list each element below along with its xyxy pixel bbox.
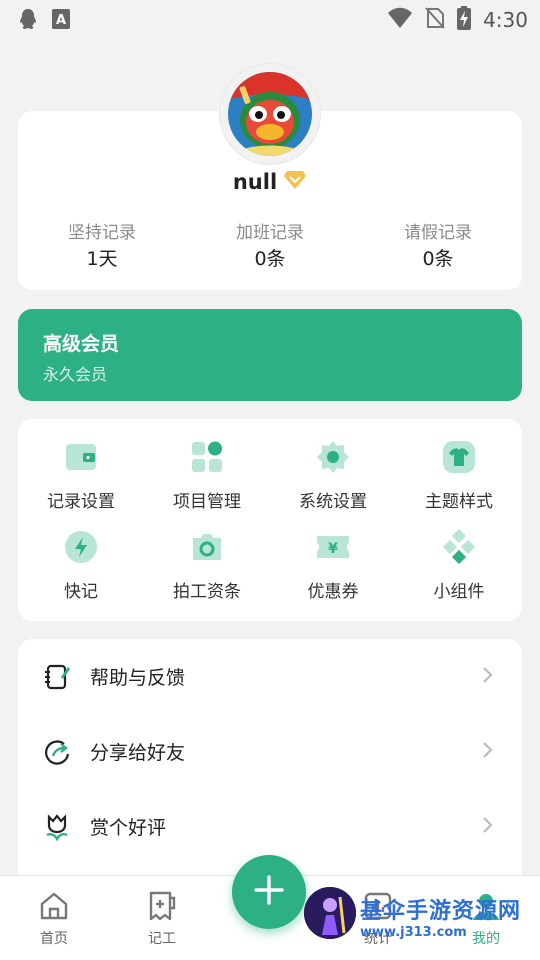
watermark: 基伞手游资源网 www.j313.com [302, 885, 540, 945]
feature-label: 优惠券 [307, 582, 359, 602]
tab-label: 首页 [40, 931, 68, 947]
feature-grid-card: 记录设置 项目管理 系统设置 主题样式 快记 拍工资条 ¥ 优惠券 小组件 [18, 419, 522, 621]
wifi-icon [387, 7, 413, 33]
menu-rate-app[interactable]: 赏个好评 [18, 789, 522, 864]
feature-record-settings[interactable]: 记录设置 [18, 439, 144, 529]
stats-row: 坚持记录 1天 加班记录 0条 请假记录 0条 [18, 218, 522, 271]
menu-help-feedback[interactable]: 帮助与反馈 [18, 639, 522, 714]
chevron-right-icon [482, 666, 494, 688]
menu-label: 分享给好友 [90, 742, 186, 764]
apps-grid-icon [189, 439, 225, 475]
tab-home[interactable]: 首页 [19, 888, 89, 948]
feature-label: 主题样式 [425, 492, 493, 512]
home-icon [36, 888, 72, 924]
feature-label: 项目管理 [173, 492, 241, 512]
stat-label: 请假记录 [404, 223, 472, 243]
plus-icon [254, 875, 284, 909]
vip-diamond-icon [283, 170, 307, 194]
feature-widget[interactable]: 小组件 [396, 529, 522, 619]
gear-icon [315, 439, 351, 475]
stat-value: 0条 [254, 248, 286, 270]
stat-label: 加班记录 [236, 223, 304, 243]
watermark-url: www.j313.com [360, 925, 467, 940]
stat-leave[interactable]: 请假记录 0条 [354, 218, 522, 271]
avatar-frame[interactable] [220, 64, 320, 164]
status-time: 4:30 [483, 8, 528, 32]
avatar[interactable] [228, 72, 312, 156]
stat-value: 0条 [422, 248, 454, 270]
username: null [232, 170, 278, 194]
stat-overtime[interactable]: 加班记录 0条 [186, 218, 354, 271]
stat-streak[interactable]: 坚持记录 1天 [18, 218, 186, 271]
share-refresh-icon [42, 737, 72, 767]
battery-charging-icon [457, 6, 472, 34]
lightning-icon [63, 529, 99, 565]
shirt-icon [441, 439, 477, 475]
feature-label: 系统设置 [299, 492, 367, 512]
status-bar: A 4:30 [0, 0, 540, 36]
feature-label: 小组件 [433, 582, 485, 602]
svg-text:¥: ¥ [328, 541, 338, 557]
camera-icon [189, 529, 225, 565]
vip-card[interactable]: 高级会员 永久会员 [18, 309, 522, 401]
notebook-pen-icon [42, 662, 72, 692]
feature-project-management[interactable]: 项目管理 [144, 439, 270, 529]
feature-quick-record[interactable]: 快记 [18, 529, 144, 619]
coupon-icon: ¥ [315, 529, 351, 565]
tab-record[interactable]: 记工 [127, 888, 197, 948]
menu-label: 帮助与反馈 [90, 667, 186, 689]
vip-subtitle: 永久会员 [43, 365, 108, 384]
menu-label: 赏个好评 [90, 817, 167, 839]
svg-text:A: A [56, 13, 66, 28]
feature-coupon[interactable]: ¥ 优惠券 [270, 529, 396, 619]
widget-icon [441, 529, 477, 565]
tulip-icon [42, 812, 72, 842]
tab-label: 记工 [148, 931, 176, 947]
font-a-icon: A [52, 9, 70, 33]
wallet-icon [63, 439, 99, 475]
feature-label: 拍工资条 [173, 582, 241, 602]
feature-label: 记录设置 [47, 492, 115, 512]
vip-title: 高级会员 [43, 333, 120, 355]
add-record-button[interactable] [232, 855, 306, 929]
feature-photo-payslip[interactable]: 拍工资条 [144, 529, 270, 619]
stat-value: 1天 [86, 248, 118, 270]
watermark-logo [304, 887, 356, 939]
menu-share-friends[interactable]: 分享给好友 [18, 714, 522, 789]
chevron-right-icon [482, 816, 494, 838]
username-row: null [0, 170, 540, 194]
feature-label: 快记 [64, 582, 98, 602]
record-icon [144, 888, 180, 924]
chevron-right-icon [482, 741, 494, 763]
watermark-title: 基伞手游资源网 [360, 899, 522, 924]
qq-icon [18, 8, 38, 34]
feature-system-settings[interactable]: 系统设置 [270, 439, 396, 529]
stat-label: 坚持记录 [68, 223, 136, 243]
no-sim-icon [425, 7, 445, 33]
feature-theme-style[interactable]: 主题样式 [396, 439, 522, 529]
